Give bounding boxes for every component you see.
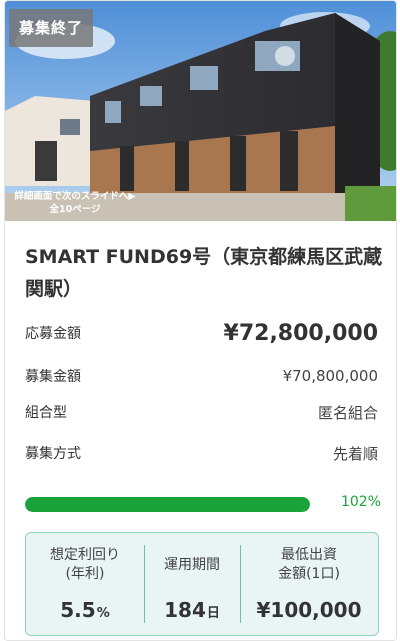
slide-hint-banner[interactable]: 詳細画面で次のスライドへ▶ 全10ページ <box>5 187 155 221</box>
stat-value: 184日 <box>164 598 220 622</box>
property-image[interactable]: 募集終了 詳細画面で次のスライドへ▶ 全10ページ <box>5 1 396 221</box>
stat-value: 5.5% <box>60 598 109 622</box>
progress-bar <box>25 497 310 512</box>
yield-unit: % <box>96 606 110 621</box>
period-unit: 日 <box>206 606 220 621</box>
fund-title[interactable]: SMART FUND69号（東京都練馬区武蔵関駅） <box>25 241 385 305</box>
slide-hint-line1: 詳細画面で次のスライドへ▶ <box>14 191 136 202</box>
info-label: 募集方式 <box>25 446 81 462</box>
info-row-offering-amount: 募集金額 ¥70,800,000 <box>25 362 378 390</box>
progress-fill <box>25 497 310 512</box>
stat-label: 想定利回り (年利) <box>50 546 120 584</box>
info-value: ¥70,800,000 <box>282 367 378 385</box>
info-label: 組合型 <box>25 405 67 421</box>
stat-period: 運用期間 184日 <box>144 533 240 635</box>
info-value: 匿名組合 <box>317 403 378 422</box>
progress-percent: 102% <box>340 494 381 510</box>
status-badge: 募集終了 <box>9 9 94 47</box>
stat-label-line2: (年利) <box>65 566 105 582</box>
fund-stats: 想定利回り (年利) 5.5% 運用期間 184日 最低出資 金額(1口) ¥1… <box>25 532 379 636</box>
info-value: ¥72,800,000 <box>223 320 378 346</box>
stat-yield: 想定利回り (年利) 5.5% <box>26 533 144 635</box>
info-row-applied-amount: 応募金額 ¥72,800,000 <box>25 319 378 347</box>
info-value: 先着順 <box>332 444 378 463</box>
info-row-offering-method: 募集方式 先着順 <box>25 439 378 467</box>
stat-label-line1: 最低出資 <box>281 547 337 563</box>
stat-value: ¥100,000 <box>256 598 362 622</box>
stat-label: 最低出資 金額(1口) <box>278 546 340 584</box>
slide-hint-line2: 全10ページ <box>49 204 101 215</box>
info-label: 募集金額 <box>25 369 81 385</box>
stat-label-line2: 金額(1口) <box>278 566 340 582</box>
fund-card[interactable]: 募集終了 詳細画面で次のスライドへ▶ 全10ページ SMART FUND69号（… <box>4 0 397 641</box>
stat-label: 運用期間 <box>164 557 220 573</box>
stat-label-line1: 想定利回り <box>50 547 120 563</box>
info-row-partnership-type: 組合型 匿名組合 <box>25 398 378 426</box>
info-label: 応募金額 <box>25 326 81 342</box>
stat-minimum-investment: 最低出資 金額(1口) ¥100,000 <box>240 533 378 635</box>
yield-value: 5.5 <box>60 598 96 622</box>
period-value: 184 <box>164 598 206 622</box>
